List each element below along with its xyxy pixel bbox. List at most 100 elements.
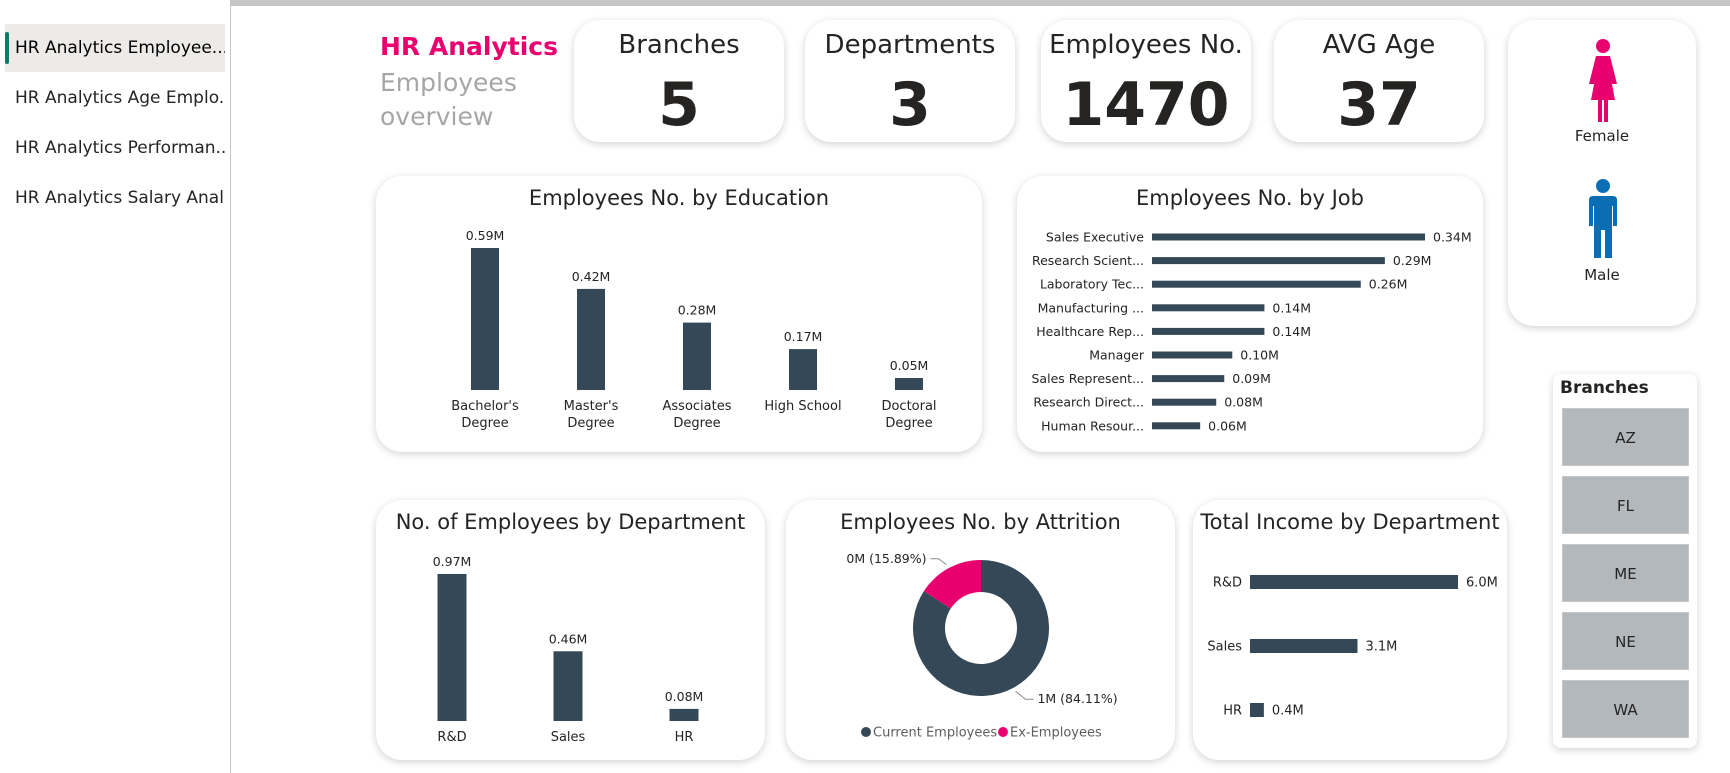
female-label: Female — [1574, 127, 1630, 145]
kpi-title: AVG Age — [1322, 30, 1436, 60]
legend-item: Ex-Employees — [1010, 726, 1102, 741]
category-label: Associates — [663, 399, 732, 414]
category-label: Degree — [673, 416, 720, 431]
kpi-card-departments[interactable]: Departments 3 — [805, 20, 1015, 142]
legend-marker — [998, 727, 1008, 737]
leader-line — [1015, 690, 1034, 700]
chart-bar — [1152, 327, 1265, 335]
page-tab-label: HR Analytics Performan... — [15, 138, 225, 158]
kpi-value: 1470 — [1062, 70, 1230, 140]
category-label: HR — [1223, 704, 1242, 719]
branches-slicer: Branches AZ FL ME NE WA — [1553, 374, 1697, 748]
chart-bar — [895, 377, 923, 390]
gender-card: Female Male — [1508, 20, 1696, 326]
category-label: Laboratory Tec... — [1040, 277, 1144, 292]
report-subtitle-line1: Employees — [380, 68, 517, 97]
page-tab-label: HR Analytics Salary Anal... — [15, 188, 225, 208]
kpi-title: Employees No. — [1049, 30, 1243, 60]
chart-bar — [1152, 233, 1425, 241]
legend-marker — [861, 727, 871, 737]
education-chart-card[interactable]: Employees No. by Education 0.59M Bachelor… — [376, 176, 982, 452]
chart-bar — [1250, 575, 1458, 589]
page-navigation-sidebar: HR Analytics Employee... HR Analytics Ag… — [0, 0, 231, 773]
chart-bar — [669, 708, 699, 721]
category-label: Degree — [885, 416, 932, 431]
kpi-card-avg-age[interactable]: AVG Age 37 — [1274, 20, 1484, 142]
legend-item: Current Employees — [873, 726, 997, 741]
data-label: 0.46M — [549, 631, 588, 646]
category-label: R&D — [437, 730, 466, 745]
branch-option-wa[interactable]: WA — [1562, 680, 1689, 738]
chart-bar — [1250, 639, 1358, 653]
chart-bar — [1152, 351, 1233, 359]
category-label: Research Scient... — [1032, 253, 1144, 268]
data-label: 1M (84.11%) — [1037, 691, 1117, 706]
income-chart-card[interactable]: Total Income by Department R&D 6.0M Sales 3… — [1193, 500, 1507, 760]
attrition-donut-chart: 1M (84.11%) 0M (15.89%) Current Employees E… — [846, 551, 1117, 741]
page-tab-performance[interactable]: HR Analytics Performan... — [5, 124, 225, 172]
page-tab-age[interactable]: HR Analytics Age Emplo... — [5, 74, 225, 122]
attrition-chart-card[interactable]: Employees No. by Attrition 1M (84.11%) 0M… — [786, 500, 1175, 760]
branch-option-fl[interactable]: FL — [1562, 476, 1689, 534]
job-chart-card[interactable]: Employees No. by Job Sales Executive 0.34… — [1017, 176, 1483, 452]
category-label: Manufacturing ... — [1038, 300, 1144, 315]
chart-bar — [471, 248, 499, 390]
chart-bar — [553, 651, 583, 721]
data-label: 0.4M — [1272, 704, 1304, 719]
category-label: High School — [764, 399, 841, 414]
chart-bar — [789, 349, 817, 390]
category-label: Sales — [1207, 640, 1242, 655]
chart-bar — [1152, 375, 1225, 383]
category-label: Bachelor's — [451, 399, 519, 414]
data-label: 0.26M — [1369, 277, 1408, 292]
chart-bar — [1152, 257, 1385, 265]
kpi-value: 37 — [1337, 70, 1421, 140]
data-label: 3.1M — [1365, 640, 1397, 655]
education-bar-chart: 0.59M Bachelor's Degree 0.42M Master's Degree… — [451, 228, 936, 431]
data-label: 0.59M — [466, 228, 505, 243]
category-label: Degree — [567, 416, 614, 431]
data-label: 0.34M — [1433, 230, 1472, 245]
data-label: 0.08M — [1224, 395, 1263, 410]
data-label: 0.29M — [1393, 253, 1432, 268]
chart-bar — [683, 322, 711, 390]
data-label: 0.10M — [1240, 348, 1279, 363]
leader-line — [930, 558, 947, 566]
category-label: Sales Executive — [1046, 230, 1144, 245]
category-label: Sales — [551, 730, 586, 745]
chart-bar — [1152, 422, 1201, 430]
category-label: Healthcare Rep... — [1036, 324, 1144, 339]
female-person-icon[interactable] — [1586, 38, 1620, 126]
report-subtitle-line2: overview — [380, 102, 494, 131]
category-label: Degree — [461, 416, 508, 431]
male-person-icon[interactable] — [1588, 178, 1618, 262]
chart-bar — [1250, 703, 1264, 717]
data-label: 6.0M — [1466, 576, 1498, 591]
kpi-card-employees[interactable]: Employees No. 1470 — [1041, 20, 1251, 142]
branch-option-ne[interactable]: NE — [1562, 612, 1689, 670]
branch-option-az[interactable]: AZ — [1562, 408, 1689, 466]
category-label: Manager — [1089, 348, 1145, 363]
data-label: 0.09M — [1232, 371, 1271, 386]
chart-bar — [1152, 398, 1217, 406]
branch-option-me[interactable]: ME — [1562, 544, 1689, 602]
kpi-card-branches[interactable]: Branches 5 — [574, 20, 784, 142]
data-label: 0.14M — [1272, 300, 1311, 315]
department-chart-card[interactable]: No. of Employees by Department 0.97M R&D 0… — [376, 500, 765, 760]
report-title: HR Analytics — [380, 32, 558, 61]
page-tab-label: HR Analytics Age Emplo... — [15, 88, 225, 108]
data-label: 0.05M — [890, 358, 929, 373]
kpi-title: Branches — [618, 30, 740, 60]
category-label: Human Resour... — [1041, 418, 1144, 433]
department-bar-chart: 0.97M R&D 0.46M Sales 0.08M HR — [433, 554, 704, 745]
male-label: Male — [1584, 266, 1620, 284]
page-tab-employees[interactable]: HR Analytics Employee... — [5, 24, 225, 72]
data-label: 0M (15.89%) — [846, 551, 926, 566]
category-label: Research Direct... — [1033, 395, 1144, 410]
data-label: 0.42M — [572, 269, 611, 284]
page-tab-salary[interactable]: HR Analytics Salary Anal... — [5, 174, 225, 222]
data-label: 0.14M — [1272, 324, 1311, 339]
income-bar-chart: R&D 6.0M Sales 3.1M HR 0.4M — [1207, 575, 1498, 719]
kpi-value: 3 — [889, 70, 931, 140]
slicer-title: Branches — [1560, 378, 1649, 398]
